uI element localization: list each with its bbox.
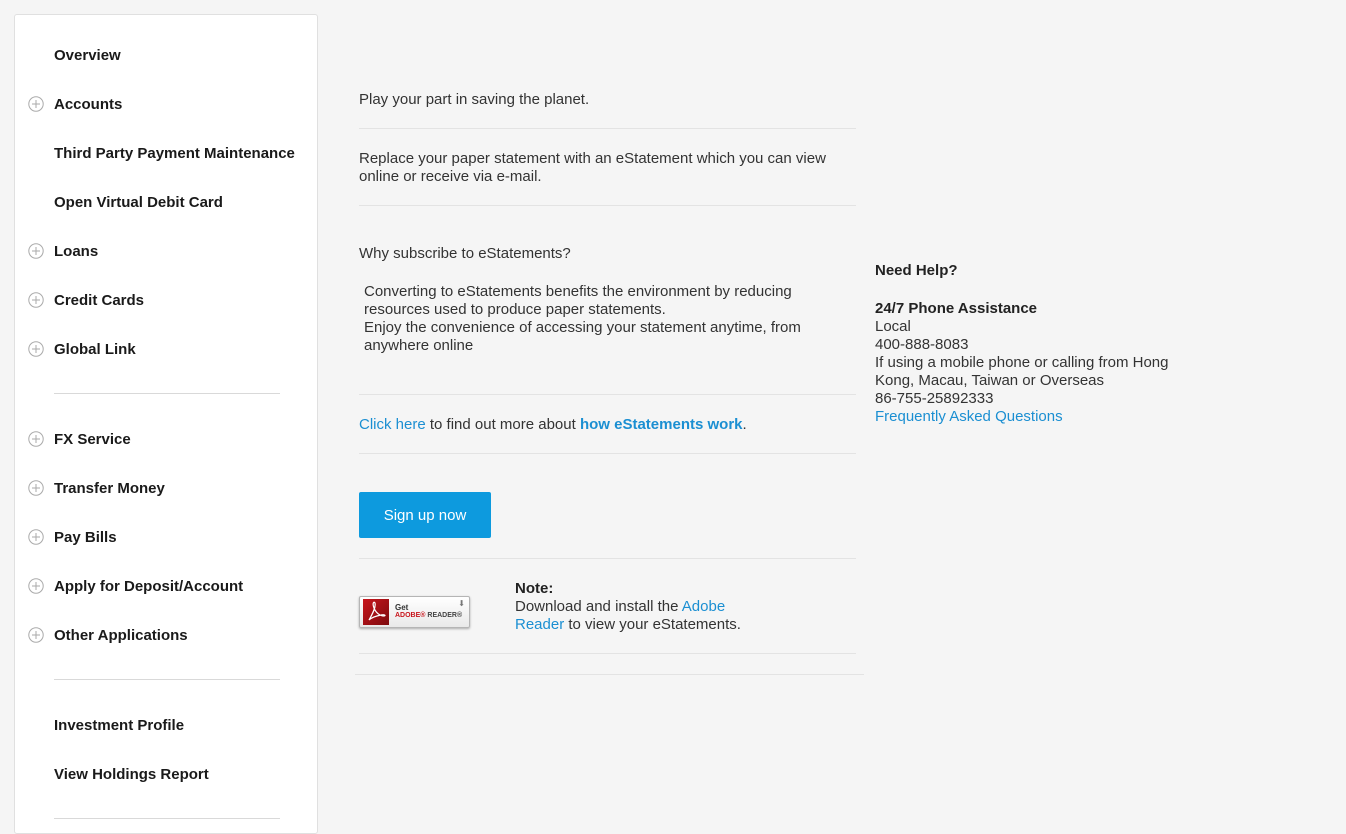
note-title: Note: (515, 580, 554, 597)
sidebar-item-label: Overview (54, 47, 121, 64)
help-panel: Need Help? 24/7 Phone Assistance Local 4… (875, 262, 1205, 426)
sign-up-button[interactable]: Sign up now (359, 492, 491, 538)
adobe-badge-brand: ADOBE® READER® (395, 612, 463, 619)
download-arrow-icon: ⬇ (458, 599, 465, 608)
sidebar-item-label: Accounts (54, 96, 123, 113)
note-block: Note: Download and install the Adobe Rea… (515, 580, 795, 634)
sidebar-divider (54, 393, 280, 394)
divider (359, 558, 856, 559)
click-here-link[interactable]: Click here (359, 416, 426, 433)
sidebar-item-label: Transfer Money (54, 480, 165, 497)
divider (355, 674, 864, 675)
divider (359, 453, 856, 454)
overseas-label: If using a mobile phone or calling from … (875, 354, 1169, 389)
sidebar-item-label: View Holdings Report (54, 766, 209, 783)
intro-text: Replace your paper statement with an eSt… (359, 150, 826, 185)
sidebar-item-label: Loans (54, 243, 99, 260)
more-info-text: Click here to find out more about how eS… (359, 416, 747, 434)
divider (359, 128, 856, 129)
expand-plus-icon[interactable] (28, 529, 44, 545)
expand-plus-icon[interactable] (28, 431, 44, 447)
adobe-badge-get: Get (395, 603, 409, 612)
faq-link[interactable]: Frequently Asked Questions (875, 408, 1205, 426)
divider (359, 394, 856, 395)
sidebar-nav: Overview Accounts Third Party Payment Ma… (14, 14, 318, 834)
sidebar-item-label: FX Service (54, 431, 131, 448)
get-adobe-reader-badge[interactable]: Get ADOBE® READER® ⬇ (359, 596, 470, 628)
overseas-number: 86-755-25892333 (875, 390, 994, 407)
benefit-item: Converting to eStatements benefits the e… (364, 283, 792, 318)
benefit-item: Enjoy the convenience of accessing your … (364, 319, 801, 354)
expand-plus-icon[interactable] (28, 480, 44, 496)
expand-plus-icon[interactable] (28, 341, 44, 357)
how-estatements-work-link[interactable]: how eStatements work (580, 416, 743, 433)
phone-assistance-heading: 24/7 Phone Assistance (875, 300, 1038, 317)
tagline: Play your part in saving the planet. (359, 91, 590, 108)
sidebar-item-label: Global Link (54, 341, 136, 358)
sidebar-item-label: Credit Cards (54, 292, 145, 309)
sidebar-item-label: Investment Profile (54, 717, 185, 734)
local-label: Local (875, 318, 911, 335)
note-text: Download and install the Adobe Reader to… (515, 598, 741, 633)
sidebar-item-label: Other Applications (54, 627, 188, 644)
expand-plus-icon[interactable] (28, 292, 44, 308)
more-info-middle: to find out more about (425, 416, 580, 433)
more-info-end: . (742, 416, 747, 433)
sidebar-item-label: Third Party Payment Maintenance (54, 145, 295, 162)
benefits-list: Converting to eStatements benefits the e… (364, 283, 844, 355)
why-heading: Why subscribe to eStatements? (359, 245, 571, 262)
local-number: 400-888-8083 (875, 336, 969, 353)
divider (359, 205, 856, 206)
sidebar-item-label: Apply for Deposit/Account (54, 578, 244, 595)
sidebar-item-label: Open Virtual Debit Card (54, 194, 223, 211)
divider (359, 653, 856, 654)
expand-plus-icon[interactable] (28, 578, 44, 594)
expand-plus-icon[interactable] (28, 243, 44, 259)
sidebar-item-label: Pay Bills (54, 529, 117, 546)
sidebar-divider (54, 679, 280, 680)
adobe-reader-logo-icon (363, 599, 389, 625)
expand-plus-icon[interactable] (28, 627, 44, 643)
help-title: Need Help? (875, 262, 958, 279)
expand-plus-icon[interactable] (28, 96, 44, 112)
